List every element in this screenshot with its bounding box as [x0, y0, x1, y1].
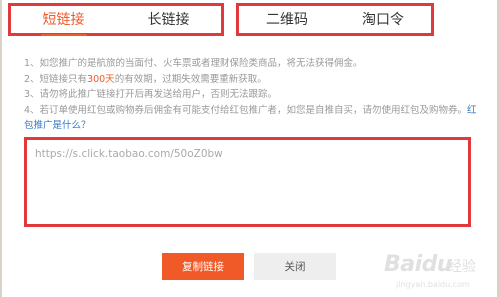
watermark-sub: 经验 [448, 259, 476, 275]
link-output-field[interactable]: https://s.click.taobao.com/50oZ0bw [27, 140, 468, 224]
link-type-tabs: 短链接 长链接 [8, 3, 224, 36]
note-2-prefix: 2、短链接只有 [24, 73, 88, 85]
note-2-days: 300天 [87, 73, 115, 85]
tab-taokouling[interactable]: 淘口令 [335, 6, 431, 33]
note-2-suffix: 的有效期，过期失效需要重新获取。 [114, 73, 267, 85]
tab-qr-code-label: 二维码 [266, 11, 308, 28]
note-4: 4、若订单使用红包或购物券后佣金有可能支付给红包推广者，如您是自推自买，请勿使用… [24, 103, 484, 134]
tab-long-link[interactable]: 长链接 [116, 6, 221, 33]
note-1: 1、如您推广的是航旅的当面付、火车票或者理财保险类商品，将无法获得佣金。 [24, 58, 363, 69]
tab-long-link-label: 长链接 [147, 11, 190, 28]
notes-list: 1、如您推广的是航旅的当面付、火车票或者理财保险类商品，将无法获得佣金。 2、短… [24, 56, 484, 134]
code-type-tabs: 二维码 淘口令 [236, 3, 434, 36]
tab-short-link-label: 短链接 [40, 9, 87, 36]
tab-qr-code[interactable]: 二维码 [239, 6, 335, 33]
tab-taokouling-label: 淘口令 [362, 11, 404, 28]
watermark-brand: Baidu [384, 252, 453, 277]
close-button[interactable]: 关闭 [254, 253, 336, 280]
window-frame-left [0, 0, 2, 297]
note-4-text: 4、若订单使用红包或购物券后佣金有可能支付给红包推广者，如您是自推自买，请勿使用… [24, 104, 468, 116]
baidu-jingyan-watermark: Baidu 经验 jingyan.baidu.com [378, 246, 498, 296]
copy-link-button[interactable]: 复制链接 [162, 253, 244, 280]
watermark-url: jingyan.baidu.com [396, 280, 470, 289]
tab-short-link[interactable]: 短链接 [11, 6, 116, 36]
note-3: 3、请勿将此推广链接打开后再发送给用户，否则无法跟踪。 [24, 89, 278, 100]
link-output-box: https://s.click.taobao.com/50oZ0bw [24, 137, 471, 227]
note-2: 2、短链接只有300天的有效期，过期失效需要重新获取。 [24, 72, 484, 88]
